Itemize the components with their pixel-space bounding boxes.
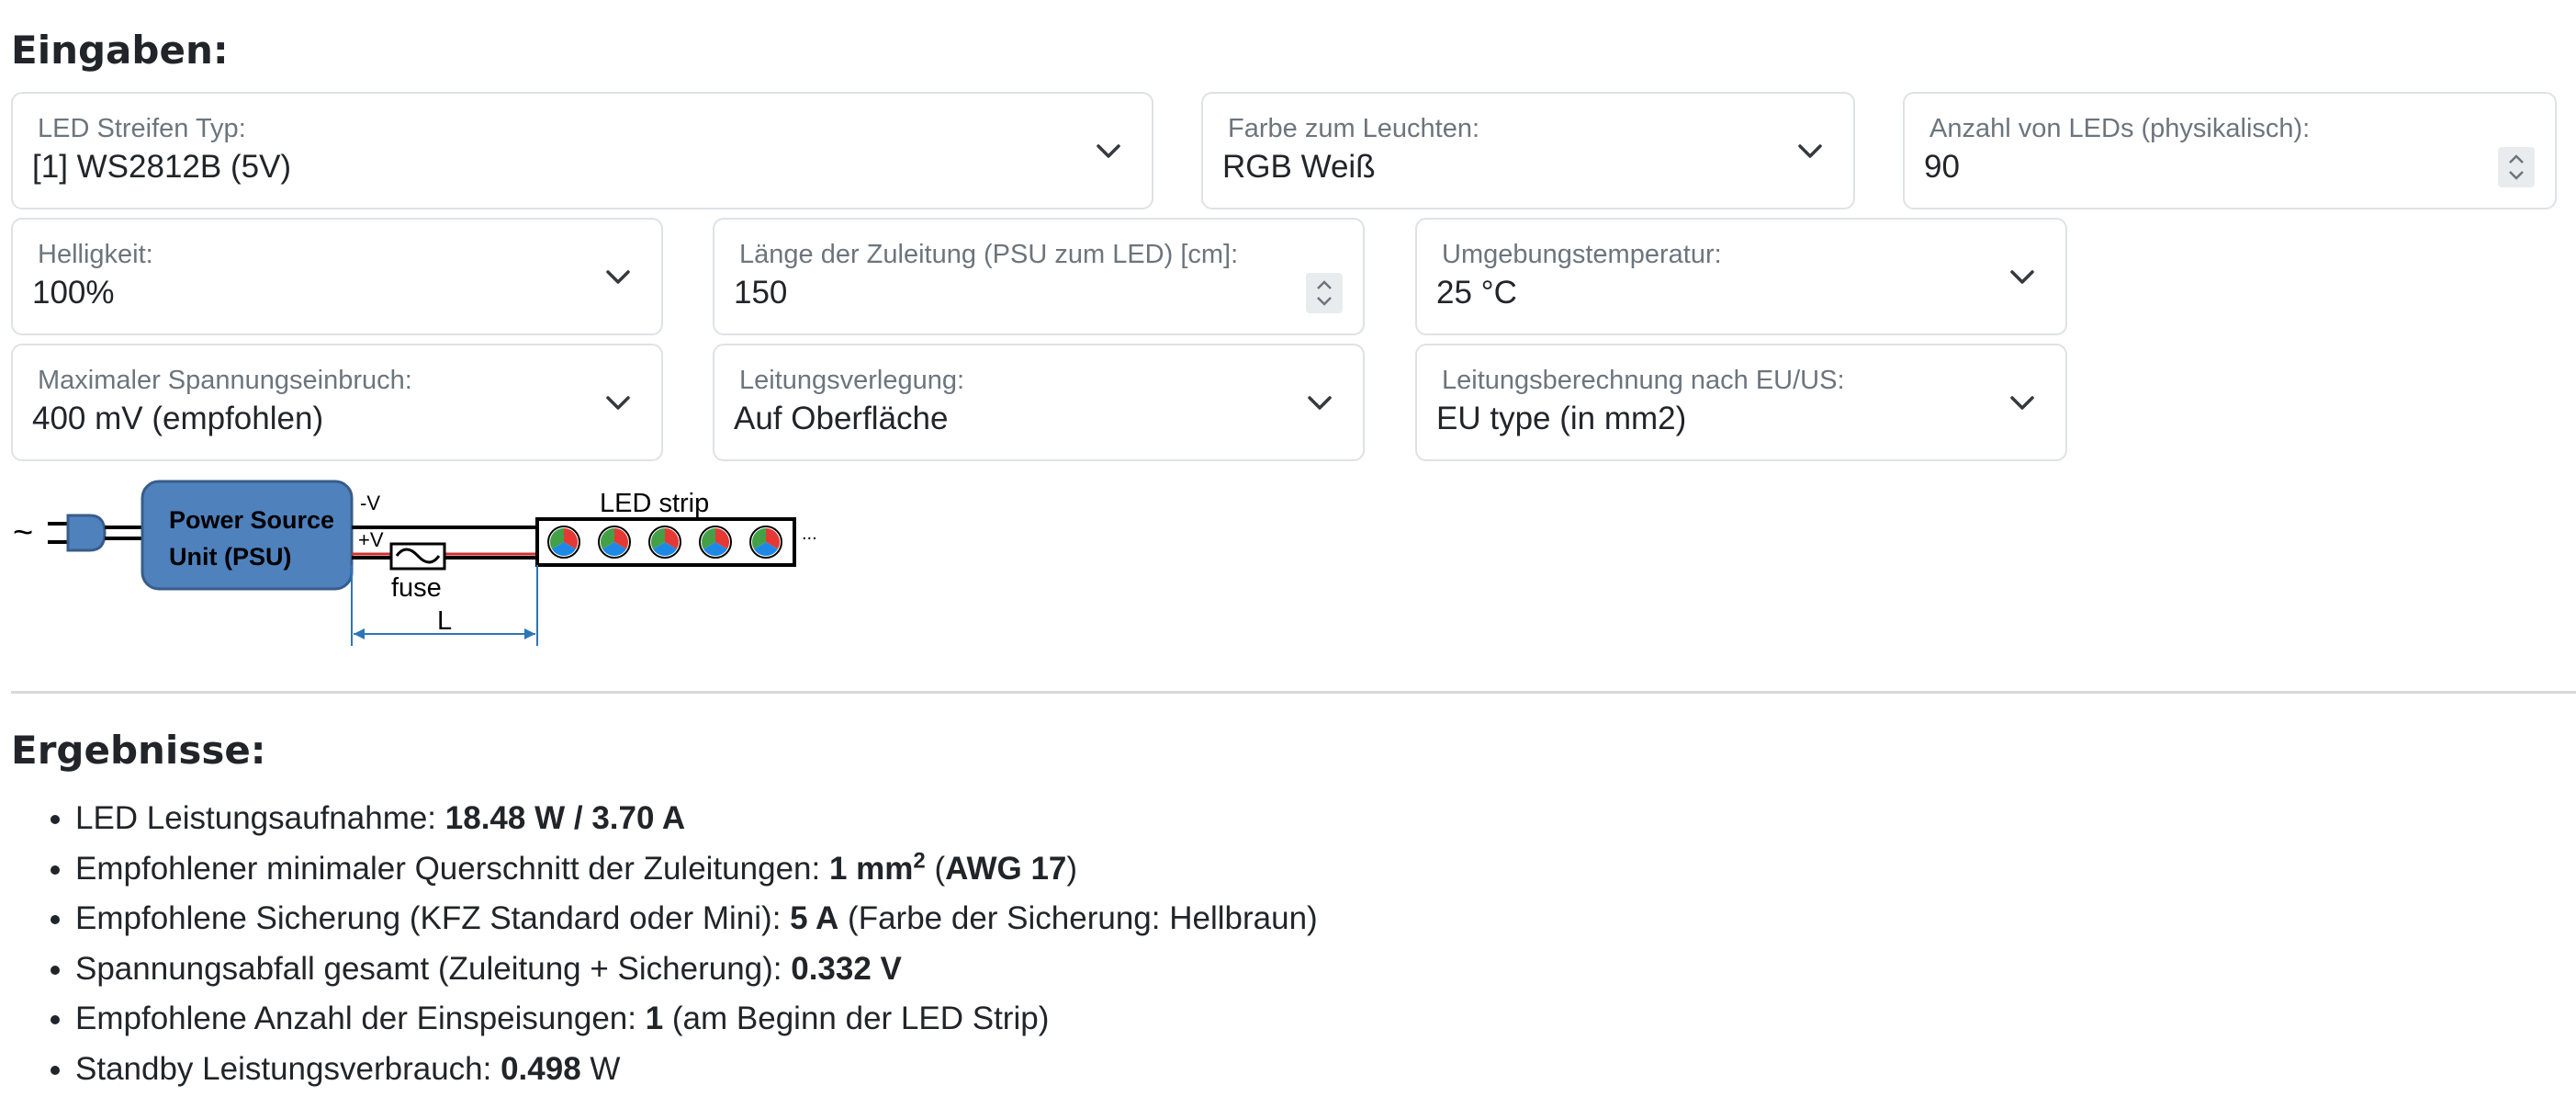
led-2 (598, 526, 631, 559)
led-4 (699, 526, 732, 559)
led-3 (648, 526, 681, 559)
chevron-down-icon (2010, 270, 2034, 284)
cable-standard-label: Leitungsberechnung nach EU/US: (1442, 366, 1845, 395)
result-standby: Standby Leistungsverbrauch: 0.498 W (75, 1045, 1318, 1095)
fuse-icon (389, 542, 446, 571)
page: Eingaben: LED Streifen Typ: [1] WS2812B … (0, 0, 2576, 1108)
cable-standard-value: EU type (in mm2) (1436, 401, 1687, 436)
wiring-value: Auf Oberfläche (734, 401, 949, 436)
max-voltage-drop-value: 400 mV (empfohlen) (32, 401, 324, 436)
results-list: LED Leistungsaufnahme: 18.48 W / 3.70 A … (28, 794, 1318, 1094)
color-label: Farbe zum Leuchten: (1228, 114, 1480, 143)
cable-standard-select[interactable]: Leitungsberechnung nach EU/US: EU type (… (1415, 344, 2067, 461)
result-cross-section: Empfohlener minimaler Querschnitt der Zu… (75, 844, 1318, 895)
brightness-label: Helligkeit: (38, 240, 153, 269)
plug-icon (48, 514, 107, 552)
fuse-label: fuse (391, 573, 442, 603)
ac-symbol: ~ (13, 514, 33, 552)
spinner-icon[interactable] (1306, 273, 1343, 313)
inputs-heading: Eingaben: (11, 28, 229, 73)
max-voltage-drop-select[interactable]: Maximaler Spannungseinbruch: 400 mV (emp… (11, 344, 663, 461)
ambient-temp-select[interactable]: Umgebungstemperatur: 25 °C (1415, 218, 2067, 335)
brightness-value: 100% (32, 275, 115, 311)
result-power: LED Leistungsaufnahme: 18.48 W / 3.70 A (75, 794, 1318, 844)
section-divider (11, 691, 2576, 694)
led-count-value: 90 (1924, 149, 1960, 185)
wiring-select[interactable]: Leitungsverlegung: Auf Oberfläche (713, 344, 1365, 461)
led-type-select[interactable]: LED Streifen Typ: [1] WS2812B (5V) (11, 92, 1153, 209)
minus-v-label: -V (360, 492, 380, 514)
led-type-value: [1] WS2812B (5V) (32, 149, 292, 185)
lead-length-value: 150 (734, 275, 788, 311)
chevron-down-icon (2010, 396, 2034, 410)
result-feed-points: Empfohlene Anzahl der Einspeisungen: 1 (… (75, 994, 1318, 1045)
strip-continuation: ... (802, 524, 817, 544)
result-fuse: Empfohlene Sicherung (KFZ Standard oder … (75, 894, 1318, 944)
led-1 (547, 526, 580, 559)
lead-length-input[interactable]: Länge der Zuleitung (PSU zum LED) [cm]: … (713, 218, 1365, 335)
color-select[interactable]: Farbe zum Leuchten: RGB Weiß (1201, 92, 1855, 209)
spinner-icon[interactable] (2498, 147, 2535, 187)
chevron-down-icon (1308, 396, 1332, 410)
led-count-input[interactable]: Anzahl von LEDs (physikalisch): 90 (1903, 92, 2557, 209)
lead-length-label: Länge der Zuleitung (PSU zum LED) [cm]: (739, 240, 1239, 269)
psu-box (141, 480, 354, 591)
led-5 (749, 526, 782, 559)
plus-v-label: +V (358, 528, 384, 551)
psu-label-line2: Unit (PSU) (169, 543, 291, 571)
ambient-temp-value: 25 °C (1436, 275, 1517, 311)
length-label: L (437, 606, 452, 636)
ambient-temp-label: Umgebungstemperatur: (1442, 240, 1722, 269)
strip-label: LED strip (600, 489, 709, 518)
max-voltage-drop-label: Maximaler Spannungseinbruch: (38, 366, 412, 395)
brightness-select[interactable]: Helligkeit: 100% (11, 218, 663, 335)
results-heading: Ergebnisse: (11, 728, 266, 773)
wiring-diagram: ~ Power Source Unit (PSU) -V +V fuse LED… (13, 480, 817, 646)
psu-label-line1: Power Source (169, 506, 334, 534)
chevron-down-icon (1097, 144, 1120, 158)
led-type-label: LED Streifen Typ: (38, 114, 246, 143)
chevron-down-icon (606, 396, 630, 410)
result-voltage-drop: Spannungsabfall gesamt (Zuleitung + Sich… (75, 944, 1318, 995)
chevron-down-icon (606, 270, 630, 284)
color-value: RGB Weiß (1222, 149, 1376, 185)
chevron-down-icon (1798, 144, 1822, 158)
wiring-label: Leitungsverlegung: (739, 366, 965, 395)
led-count-label: Anzahl von LEDs (physikalisch): (1929, 114, 2311, 143)
